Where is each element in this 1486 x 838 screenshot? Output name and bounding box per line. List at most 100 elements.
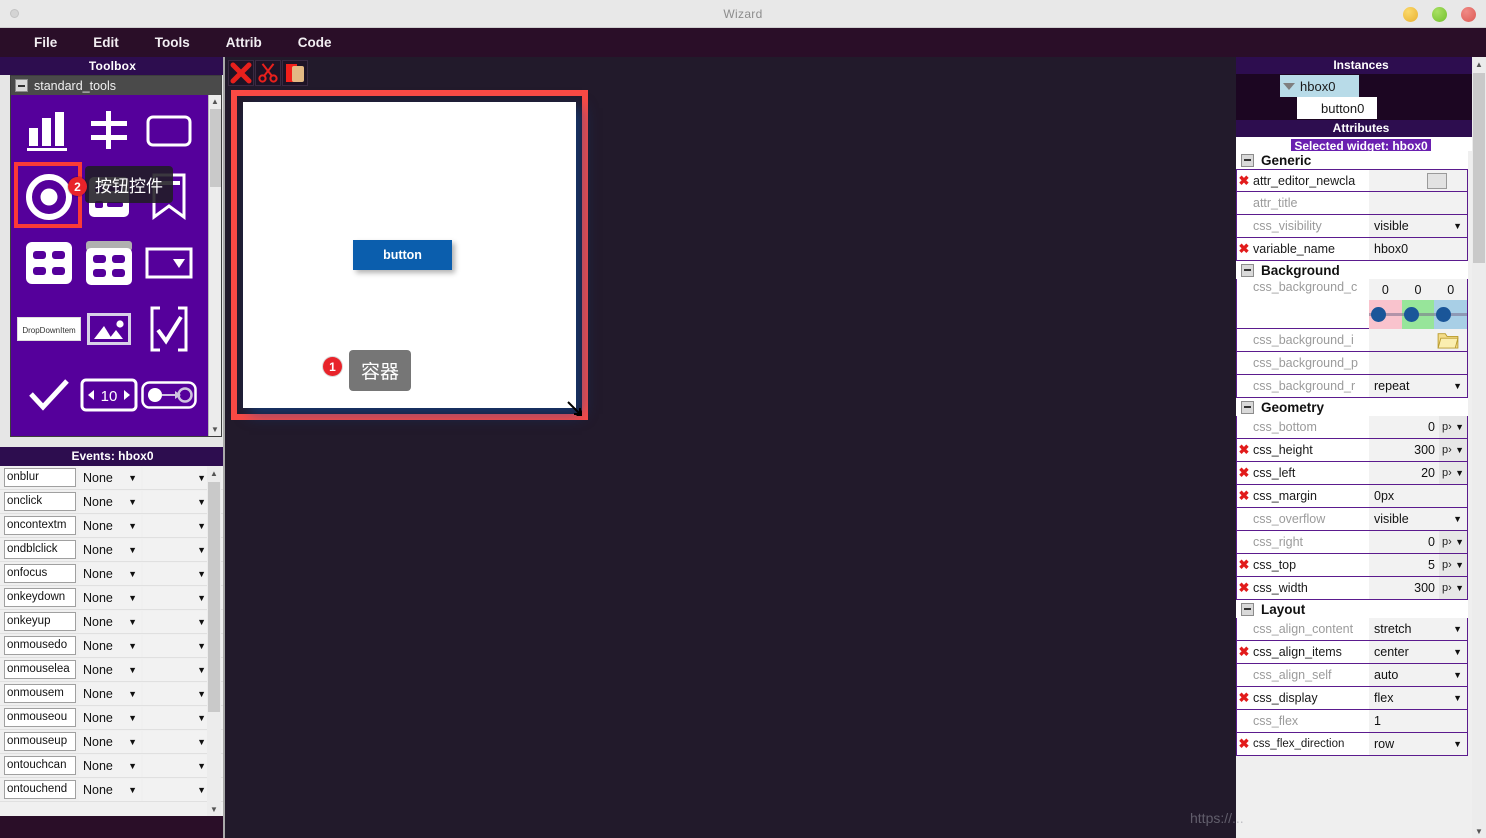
event-handler-select[interactable]: None ▼ [79, 586, 141, 609]
attr-row-css-right[interactable]: ✖ css_right 0 p›▼ [1236, 531, 1468, 554]
folder-icon[interactable] [1437, 331, 1459, 349]
menu-attrib[interactable]: Attrib [212, 31, 276, 54]
event-name[interactable]: onfocus [4, 564, 76, 583]
scroll-down-icon[interactable]: ▼ [207, 802, 221, 816]
attr-value[interactable]: 0px [1369, 485, 1467, 507]
event-handler-select[interactable]: None ▼ [79, 466, 141, 489]
event-name[interactable]: onmouseou [4, 708, 76, 727]
event-extra-select[interactable]: ▼ [143, 466, 210, 489]
attr-row-css-height[interactable]: ✖ css_height 300 p› ▼ [1236, 439, 1468, 462]
event-extra-select[interactable]: ▼ [143, 490, 210, 513]
attr-value[interactable]: 0 [1369, 416, 1439, 438]
collapse-icon[interactable] [15, 79, 28, 92]
tool-check[interactable] [19, 365, 79, 425]
event-row[interactable]: oncontextm None ▼ ▼ [0, 514, 225, 538]
event-name[interactable]: ontouchcan [4, 756, 76, 775]
event-extra-select[interactable]: ▼ [143, 730, 210, 753]
attr-section-geometry[interactable]: Geometry [1236, 398, 1468, 416]
event-handler-select[interactable]: None ▼ [79, 610, 141, 633]
tool-grid-box[interactable] [19, 233, 79, 293]
tool-checkbox[interactable] [139, 299, 199, 359]
event-handler-select[interactable]: None ▼ [79, 778, 141, 801]
canvas-button-button0[interactable]: button [353, 240, 452, 270]
attr-value[interactable]: 300 [1369, 439, 1439, 461]
paste-button[interactable] [282, 60, 308, 86]
event-row[interactable]: onfocus None ▼ ▼ [0, 562, 225, 586]
scroll-up-icon[interactable]: ▲ [209, 95, 221, 108]
attr-row-css-background-repeat[interactable]: ✖ css_background_r repeat ▼ [1236, 375, 1468, 398]
event-row[interactable]: onmousedo None ▼ ▼ [0, 634, 225, 658]
tool-tabbed-grid[interactable] [79, 233, 139, 293]
green-slider[interactable] [1401, 300, 1435, 329]
event-handler-select[interactable]: None ▼ [79, 490, 141, 513]
attr-row-css-top[interactable]: ✖ css_top 5 p› ▼ [1236, 554, 1468, 577]
minimize-button[interactable] [1403, 6, 1418, 22]
unit-select[interactable]: p› ▼ [1439, 554, 1467, 576]
event-extra-select[interactable]: ▼ [143, 610, 210, 633]
attr-row-css-width[interactable]: ✖ css_width 300 p› ▼ [1236, 577, 1468, 600]
chevron-down-icon[interactable] [1283, 82, 1295, 90]
event-extra-select[interactable]: ▼ [143, 706, 210, 729]
event-extra-select[interactable]: ▼ [143, 538, 210, 561]
scroll-up-icon[interactable]: ▲ [1472, 57, 1486, 71]
attributes-scroll-thumb[interactable] [1473, 73, 1485, 263]
unit-select[interactable]: p› ▼ [1439, 416, 1467, 438]
event-handler-select[interactable]: None ▼ [79, 562, 141, 585]
event-handler-select[interactable]: None ▼ [79, 634, 141, 657]
event-extra-select[interactable]: ▼ [143, 754, 210, 777]
attributes-scrollbar[interactable]: ▲ ▼ [1472, 57, 1486, 838]
event-row[interactable]: onmousem None ▼ ▼ [0, 682, 225, 706]
tool-dropdown-item[interactable]: DropDownItem [17, 299, 81, 359]
event-row[interactable]: onkeydown None ▼ ▼ [0, 586, 225, 610]
attr-value[interactable]: 300 [1369, 577, 1439, 599]
event-extra-select[interactable]: ▼ [143, 778, 210, 801]
tool-radio-button[interactable] [14, 162, 82, 228]
red-slider[interactable] [1369, 300, 1402, 329]
tool-table-layout[interactable] [79, 101, 139, 161]
delete-button[interactable] [228, 60, 254, 86]
event-row[interactable]: onmouseou None ▼ ▼ [0, 706, 225, 730]
resize-handle-icon[interactable] [566, 400, 584, 418]
events-scrollbar[interactable]: ▲ ▼ [207, 466, 221, 816]
attr-value[interactable]: hbox0 [1369, 238, 1467, 260]
tool-image[interactable] [79, 299, 139, 359]
attr-value[interactable]: 0 [1369, 531, 1439, 553]
attr-row-css-background-position[interactable]: ✖ css_background_p [1236, 352, 1468, 375]
menu-tools[interactable]: Tools [141, 31, 204, 54]
attr-value[interactable]: 20 [1369, 462, 1439, 484]
event-name[interactable]: onmouselea [4, 660, 76, 679]
attr-row-css-display[interactable]: ✖ css_display flex ▼ [1236, 687, 1468, 710]
attr-row-css-overflow[interactable]: ✖ css_overflow visible ▼ [1236, 508, 1468, 531]
event-handler-select[interactable]: None ▼ [79, 706, 141, 729]
attr-value-dropdown[interactable]: flex ▼ [1369, 687, 1467, 709]
scroll-down-icon[interactable]: ▼ [1472, 824, 1486, 838]
event-row[interactable]: onkeyup None ▼ ▼ [0, 610, 225, 634]
attr-value[interactable]: 5 [1369, 554, 1439, 576]
unit-select[interactable]: p› ▼ [1439, 439, 1467, 461]
event-row[interactable]: ondblclick None ▼ ▼ [0, 538, 225, 562]
toolbox-scrollbar[interactable]: ▲ ▼ [208, 95, 221, 436]
rgb-sliders[interactable]: 0 0 0 [1369, 279, 1468, 329]
event-name[interactable]: onblur [4, 468, 76, 487]
attr-row-css-flex-direction[interactable]: ✖ css_flex_direction row ▼ [1236, 733, 1468, 756]
event-handler-select[interactable]: None ▼ [79, 754, 141, 777]
events-scroll-thumb[interactable] [208, 482, 220, 712]
event-name[interactable]: onmouseup [4, 732, 76, 751]
collapse-icon[interactable] [1241, 263, 1254, 277]
event-row[interactable]: onblur None ▼ ▼ [0, 466, 225, 490]
attr-section-generic[interactable]: Generic [1236, 151, 1468, 169]
unit-select[interactable]: p› ▼ [1439, 577, 1467, 599]
scroll-down-icon[interactable]: ▼ [209, 423, 221, 436]
event-extra-select[interactable]: ▼ [143, 562, 210, 585]
tool-rounded-rect[interactable] [139, 101, 199, 161]
attr-value[interactable] [1369, 170, 1467, 191]
attr-value-dropdown[interactable]: stretch ▼ [1369, 618, 1467, 640]
attr-value-dropdown[interactable]: repeat ▼ [1369, 375, 1467, 397]
collapse-icon[interactable] [1241, 400, 1254, 414]
attr-row-variable-name[interactable]: ✖ variable_name hbox0 [1236, 238, 1468, 261]
event-extra-select[interactable]: ▼ [143, 586, 210, 609]
attr-value[interactable]: 1 [1369, 710, 1467, 732]
attr-row-css-visibility[interactable]: ✖ css_visibility visible ▼ [1236, 215, 1468, 238]
event-row[interactable]: ontouchend None ▼ ▼ [0, 778, 225, 802]
attr-row-css-align-self[interactable]: ✖ css_align_self auto ▼ [1236, 664, 1468, 687]
